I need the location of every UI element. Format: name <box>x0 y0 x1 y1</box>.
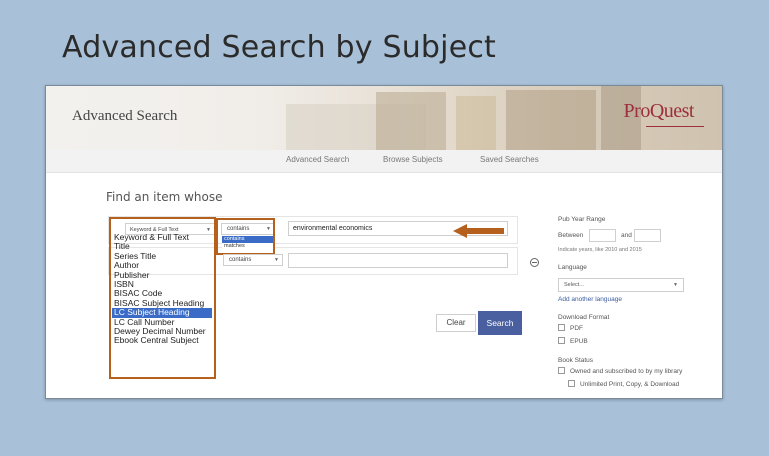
status-unlimited-label: Unlimited Print, Copy, & Download <box>580 381 680 389</box>
and-label: and <box>621 232 632 239</box>
checkbox-icon[interactable] <box>568 380 575 387</box>
nav-bar: Advanced Search Browse Subjects Saved Se… <box>46 150 722 173</box>
chevron-down-icon: ▼ <box>673 282 678 288</box>
year-to-input[interactable] <box>634 229 661 242</box>
format-epub-option[interactable]: EPUB <box>558 337 588 346</box>
year-hint: Indicate years, like 2010 and 2015 <box>558 247 642 253</box>
format-pdf-option[interactable]: PDF <box>558 324 583 333</box>
search-button[interactable]: Search <box>478 311 522 335</box>
status-owned-option[interactable]: Owned and subscribed to by my library <box>558 367 683 376</box>
pub-year-label: Pub Year Range <box>558 216 606 223</box>
callout-arrow-icon <box>453 224 467 238</box>
checkbox-icon[interactable] <box>558 324 565 331</box>
nav-saved-searches[interactable]: Saved Searches <box>480 155 539 164</box>
field-highlight-box <box>109 217 216 379</box>
callout-arrow-shaft <box>467 228 504 234</box>
logo-underline <box>646 126 704 127</box>
language-select[interactable]: Select... ▼ <box>558 278 684 292</box>
nav-advanced-search[interactable]: Advanced Search <box>286 155 349 164</box>
search-term-input-row2[interactable] <box>288 253 508 268</box>
nav-browse-subjects[interactable]: Browse Subjects <box>383 155 443 164</box>
year-from-input[interactable] <box>589 229 616 242</box>
remove-row-icon[interactable] <box>530 258 539 267</box>
language-label: Language <box>558 264 587 271</box>
language-select-value: Select... <box>564 282 584 288</box>
operator-select-row2[interactable]: contains ▼ <box>223 254 283 266</box>
header-banner: Advanced Search ProQuest <box>46 86 722 150</box>
checkbox-icon[interactable] <box>558 367 565 374</box>
banner-title: Advanced Search <box>72 108 178 124</box>
proquest-logo[interactable]: ProQuest <box>624 100 695 123</box>
format-epub-label: EPUB <box>570 338 588 346</box>
download-format-label: Download Format <box>558 314 610 321</box>
clear-button[interactable]: Clear <box>436 314 476 332</box>
search-screenshot: Advanced Search ProQuest Advanced Search… <box>45 85 723 399</box>
add-language-link[interactable]: Add another language <box>558 296 622 303</box>
slide-title: Advanced Search by Subject <box>62 30 497 65</box>
operator-select-value: contains <box>229 257 252 263</box>
between-label: Between <box>558 232 584 239</box>
checkbox-icon[interactable] <box>558 337 565 344</box>
chevron-down-icon: ▼ <box>274 257 279 263</box>
status-owned-label: Owned and subscribed to by my library <box>570 368 683 376</box>
operator-highlight-box <box>216 218 275 255</box>
find-heading: Find an item whose <box>106 190 223 204</box>
book-status-label: Book Status <box>558 357 594 364</box>
format-pdf-label: PDF <box>570 325 583 333</box>
status-unlimited-option[interactable]: Unlimited Print, Copy, & Download <box>568 380 680 389</box>
